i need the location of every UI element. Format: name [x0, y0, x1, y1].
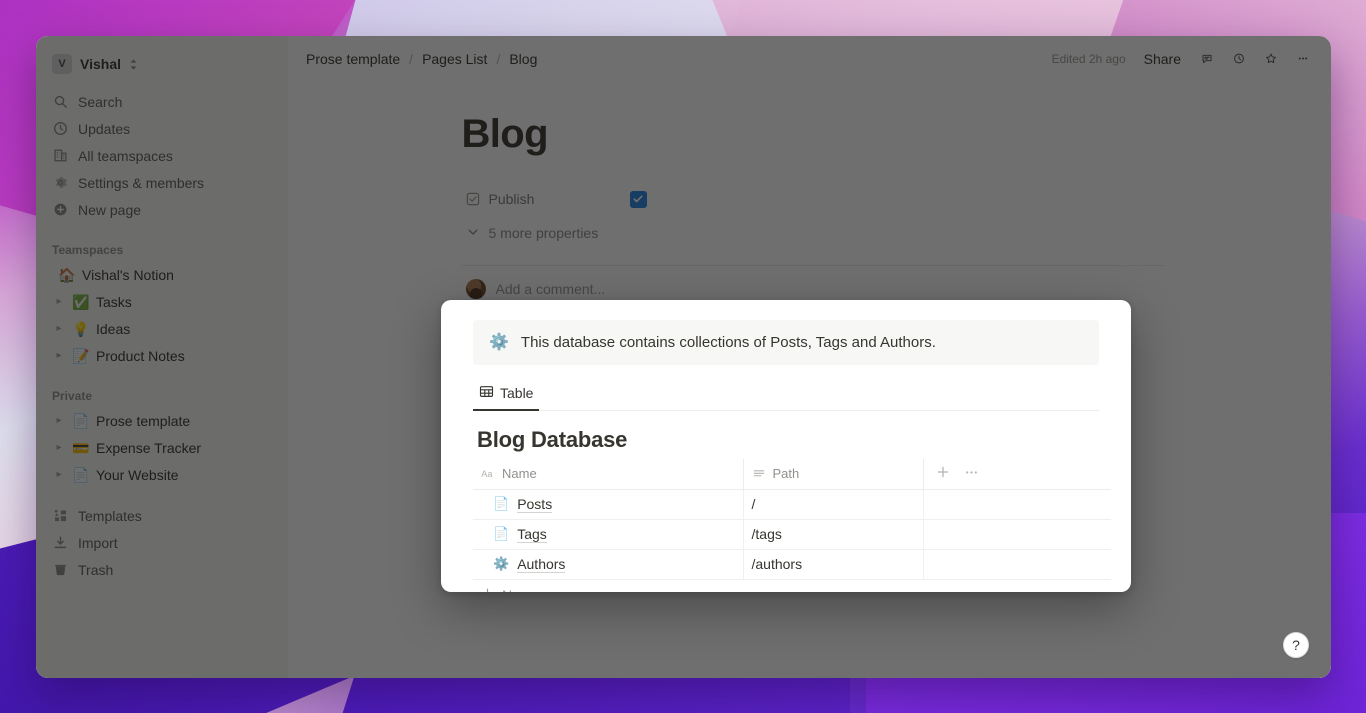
cell-empty: [923, 489, 1111, 519]
column-header-actions: [923, 459, 1111, 489]
callout-block: ⚙️ This database contains collections of…: [473, 320, 1099, 365]
column-header-label: Path: [773, 466, 800, 481]
new-row-label: New: [502, 587, 530, 592]
column-menu-button[interactable]: [964, 465, 979, 483]
cell-path[interactable]: /: [743, 489, 923, 519]
table-header: Aa Name Path: [473, 459, 1111, 489]
new-row-button[interactable]: New: [473, 580, 1099, 593]
cell-empty: [923, 519, 1111, 549]
column-header-name[interactable]: Aa Name: [473, 459, 743, 489]
plus-icon: [481, 587, 494, 592]
row-name-label: Tags: [517, 526, 547, 543]
callout-text: This database contains collections of Po…: [521, 334, 936, 351]
text-property-icon: [752, 467, 766, 481]
svg-text:Aa: Aa: [481, 469, 493, 479]
table-header-row: Aa Name Path: [473, 459, 1111, 489]
view-tabs: Table: [473, 379, 1099, 411]
cell-path[interactable]: /authors: [743, 549, 923, 579]
gear-emoji-icon: ⚙️: [489, 335, 509, 351]
help-button[interactable]: ?: [1283, 632, 1309, 658]
page-icon: 📄: [493, 526, 509, 542]
row-name-label: Posts: [517, 496, 552, 513]
app-window: V Vishal Search Updates All teamspaces: [36, 36, 1331, 678]
table-row[interactable]: 📄 Tags /tags: [473, 519, 1111, 549]
table-row[interactable]: ⚙️ Authors /authors: [473, 549, 1111, 579]
column-header-label: Name: [502, 466, 537, 481]
add-column-button[interactable]: [936, 465, 950, 482]
row-name-label: Authors: [517, 556, 565, 573]
page-icon: 📄: [493, 496, 509, 512]
cell-path[interactable]: /tags: [743, 519, 923, 549]
cell-name[interactable]: 📄 Posts: [473, 489, 743, 519]
tab-label: Table: [500, 385, 533, 401]
gear-emoji-icon: ⚙️: [493, 556, 509, 572]
database-peek-modal: ⚙️ This database contains collections of…: [441, 300, 1131, 592]
table-icon: [479, 384, 494, 402]
table-row[interactable]: 📄 Posts /: [473, 489, 1111, 519]
table-body: 📄 Posts / 📄 Tags: [473, 489, 1111, 579]
cell-name[interactable]: 📄 Tags: [473, 519, 743, 549]
database-table: Aa Name Path: [473, 459, 1111, 580]
database-title: Blog Database: [477, 427, 1099, 453]
cell-empty: [923, 549, 1111, 579]
cell-name[interactable]: ⚙️ Authors: [473, 549, 743, 579]
title-property-icon: Aa: [481, 467, 495, 481]
tab-table[interactable]: Table: [473, 380, 539, 411]
column-header-path[interactable]: Path: [743, 459, 923, 489]
